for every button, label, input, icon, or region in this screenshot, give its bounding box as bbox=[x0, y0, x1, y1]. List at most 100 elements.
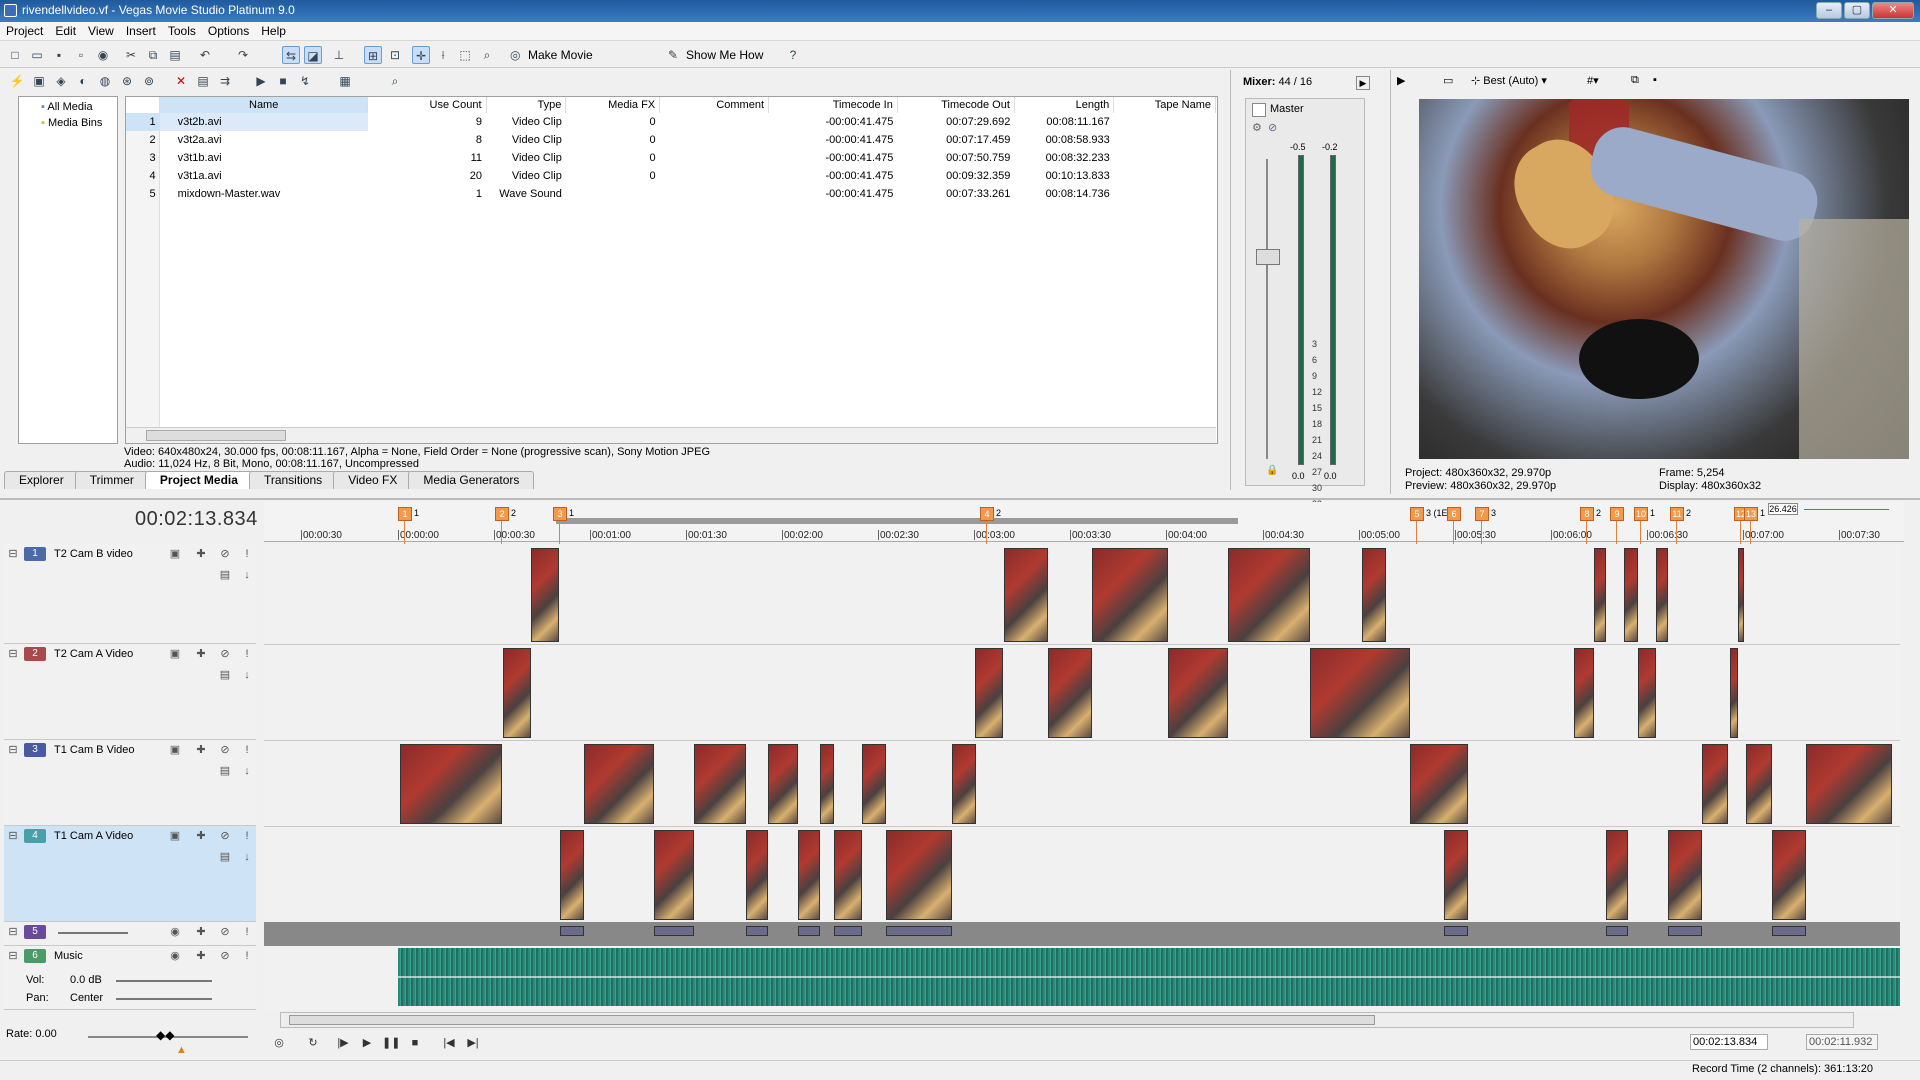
solo-icon[interactable]: ! bbox=[240, 743, 254, 757]
whats-this-help-icon[interactable]: ? bbox=[784, 46, 802, 64]
menu-insert[interactable]: Insert bbox=[120, 22, 162, 41]
track-expand-icon[interactable]: ⊟ bbox=[6, 925, 20, 939]
track-5-event[interactable] bbox=[834, 926, 862, 936]
track-5-event[interactable] bbox=[798, 926, 820, 936]
timeline-marker[interactable]: 10 bbox=[1634, 507, 1648, 521]
solo-icon[interactable]: ! bbox=[240, 925, 254, 939]
table-row[interactable]: 2 v3t2a.avi 8 Video Clip 0 -00:00:41.475 00:07… bbox=[126, 131, 1216, 149]
composite-mode-icon[interactable]: ▤ bbox=[218, 668, 232, 682]
track-motion-icon[interactable]: ▣ bbox=[168, 647, 182, 661]
auto-ripple-icon[interactable]: ⇆ bbox=[282, 46, 300, 64]
capture-video-icon[interactable]: ▣ bbox=[30, 72, 48, 90]
make-compositing-child-icon[interactable]: ↓ bbox=[240, 850, 254, 864]
timeline-marker[interactable]: 4 bbox=[980, 507, 994, 521]
start-preview-icon[interactable]: ▶ bbox=[252, 72, 270, 90]
video-event[interactable] bbox=[1168, 648, 1228, 738]
timeline-marker[interactable]: 3 bbox=[553, 507, 567, 521]
video-event[interactable] bbox=[584, 744, 654, 824]
composite-mode-icon[interactable]: ▤ bbox=[218, 764, 232, 778]
menu-project[interactable]: Project bbox=[0, 22, 49, 41]
snapping-icon[interactable]: ⊥ bbox=[330, 46, 348, 64]
column-header-timecode-out[interactable]: Timecode Out bbox=[897, 97, 1015, 113]
track-fx-icon[interactable]: ✚ bbox=[194, 925, 208, 939]
column-header-name[interactable]: Name bbox=[159, 97, 369, 113]
table-row[interactable]: 4 v3t1a.avi 20 Video Clip 0 -00:00:41.475 00:0… bbox=[126, 167, 1216, 185]
tab-video-fx[interactable]: Video FX bbox=[333, 471, 413, 489]
track-expand-icon[interactable]: ⊟ bbox=[6, 647, 20, 661]
video-event[interactable] bbox=[1594, 548, 1606, 642]
track-fx-icon[interactable]: ✚ bbox=[194, 829, 208, 843]
video-event[interactable] bbox=[1806, 744, 1892, 824]
tab-explorer[interactable]: Explorer bbox=[4, 471, 79, 489]
video-event[interactable] bbox=[1668, 830, 1702, 920]
video-event[interactable] bbox=[1228, 548, 1310, 642]
stop-icon[interactable]: ■ bbox=[406, 1034, 424, 1052]
track-expand-icon[interactable]: ⊟ bbox=[6, 949, 20, 963]
composite-mode-icon[interactable]: ▤ bbox=[218, 568, 232, 582]
get-media-icon[interactable]: ◍ bbox=[96, 72, 114, 90]
video-event[interactable] bbox=[531, 548, 559, 642]
loop-region[interactable] bbox=[556, 518, 1238, 524]
track-header-4[interactable]: 4 ⊟ T1 Cam A Video ▣ ✚ ⊘! ▤ ↓ bbox=[4, 826, 256, 922]
video-event[interactable] bbox=[1738, 548, 1744, 642]
preview-quality-dropdown[interactable]: ⊹ Best (Auto) ▾ bbox=[1471, 74, 1547, 87]
composite-mode-icon[interactable]: ▤ bbox=[218, 850, 232, 864]
track-header-3[interactable]: 3 ⊟ T1 Cam B Video ▣ ✚ ⊘! ▤ ↓ bbox=[4, 740, 256, 826]
track-header-1[interactable]: 1 ⊟ T2 Cam B video ▣ ✚ ⊘! ▤ ↓ bbox=[4, 544, 256, 644]
master-bus-icon[interactable] bbox=[1252, 103, 1266, 117]
redo-icon[interactable]: ↷ bbox=[234, 46, 252, 64]
video-event[interactable] bbox=[746, 830, 768, 920]
save-as-icon[interactable]: ▫ bbox=[72, 46, 90, 64]
track-name[interactable]: T1 Cam B Video bbox=[52, 743, 137, 757]
track-5-event[interactable] bbox=[1668, 926, 1702, 936]
timeline-marker[interactable]: 6 bbox=[1447, 507, 1461, 521]
master-fader[interactable] bbox=[1256, 249, 1280, 265]
overlays-icon[interactable]: #▾ bbox=[1587, 74, 1599, 87]
video-event[interactable] bbox=[886, 830, 952, 920]
group-icon[interactable]: ⊡ bbox=[386, 46, 404, 64]
solo-icon[interactable]: ! bbox=[240, 647, 254, 661]
mute-icon[interactable]: ⊘ bbox=[218, 743, 232, 757]
pause-icon[interactable]: ❚❚ bbox=[382, 1034, 400, 1052]
video-event[interactable] bbox=[834, 830, 862, 920]
table-row[interactable]: 5 mixdown-Master.wav 1 Wave Sound -00:00:41.… bbox=[126, 185, 1216, 203]
video-event[interactable] bbox=[1730, 648, 1738, 738]
timeline-marker[interactable]: 11 bbox=[1670, 507, 1684, 521]
video-event[interactable] bbox=[1362, 548, 1386, 642]
video-event[interactable] bbox=[694, 744, 746, 824]
solo-icon[interactable]: ! bbox=[240, 547, 254, 561]
master-fx-icon[interactable]: ⚙ bbox=[1252, 121, 1262, 134]
track-fx-icon[interactable]: ✚ bbox=[194, 949, 208, 963]
close-button[interactable]: ✕ bbox=[1872, 2, 1914, 19]
video-event[interactable] bbox=[768, 744, 798, 824]
undo-icon[interactable]: ↶ bbox=[196, 46, 214, 64]
scroll-thumb[interactable] bbox=[146, 430, 286, 441]
video-event[interactable] bbox=[503, 648, 531, 738]
column-header-media-fx[interactable]: Media FX bbox=[565, 97, 661, 113]
save-icon[interactable]: ▪ bbox=[50, 46, 68, 64]
solo-icon[interactable]: ! bbox=[240, 829, 254, 843]
timeline-marker[interactable]: 1 bbox=[398, 507, 412, 521]
video-event[interactable] bbox=[1656, 548, 1668, 642]
track-5-event[interactable] bbox=[746, 926, 768, 936]
track-expand-icon[interactable]: ⊟ bbox=[6, 743, 20, 757]
video-event[interactable] bbox=[1310, 648, 1410, 738]
views-icon[interactable]: ▦ bbox=[336, 72, 354, 90]
maximize-button[interactable]: ▢ bbox=[1844, 2, 1870, 19]
menu-edit[interactable]: Edit bbox=[49, 22, 82, 41]
show-me-how-button[interactable]: ✎ Show Me How bbox=[666, 46, 763, 64]
track-5-event[interactable] bbox=[1444, 926, 1468, 936]
timeline-tracks[interactable] bbox=[264, 544, 1900, 1010]
make-compositing-child-icon[interactable]: ↓ bbox=[240, 668, 254, 682]
minimize-button[interactable]: – bbox=[1816, 2, 1842, 19]
video-event[interactable] bbox=[1702, 744, 1728, 824]
timeline-hscrollbar[interactable] bbox=[280, 1012, 1854, 1028]
video-event[interactable] bbox=[1092, 548, 1168, 642]
video-event[interactable] bbox=[560, 830, 584, 920]
loop-playback-icon[interactable]: ↻ bbox=[304, 1034, 322, 1052]
lock-icon[interactable]: 🔒 bbox=[1266, 465, 1278, 476]
tab-project-media[interactable]: Project Media bbox=[144, 471, 253, 489]
tab-media-generators[interactable]: Media Generators bbox=[408, 471, 535, 489]
media-list-hscrollbar[interactable] bbox=[126, 427, 1216, 443]
track-5-event[interactable] bbox=[886, 926, 952, 936]
